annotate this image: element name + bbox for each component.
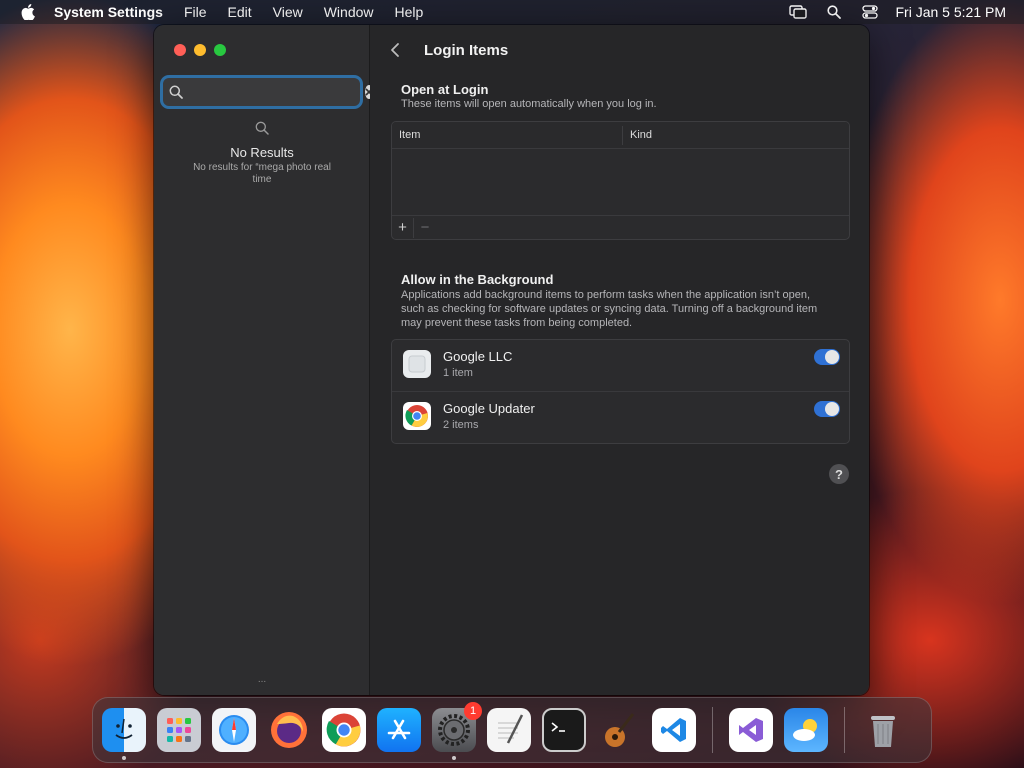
open-at-login-title: Open at Login [401,82,489,97]
zoom-window-button[interactable] [214,44,226,56]
app-store-icon[interactable] [377,708,421,752]
column-header-kind[interactable]: Kind [630,129,652,141]
sidebar-more-indicator: ... [257,674,267,685]
menu-edit[interactable]: Edit [228,4,252,20]
login-items-pane: Login Items Open at Login These items wi… [370,25,869,695]
google-updater-toggle[interactable] [814,401,840,417]
close-window-button[interactable] [174,44,186,56]
dock-separator [712,707,713,753]
list-item: Google LLC 1 item [392,340,849,392]
background-item-count: 1 item [443,367,473,379]
weather-icon[interactable] [784,708,828,752]
system-settings-window: No Results No results for “mega photo re… [154,25,869,695]
column-header-item[interactable]: Item [399,129,420,141]
window-controls [174,44,226,56]
page-title: Login Items [424,41,509,59]
terminal-icon[interactable] [542,708,586,752]
column-divider [622,126,623,145]
vscode-icon[interactable] [652,708,696,752]
apple-menu-icon[interactable] [20,4,36,20]
toggle-knob [825,350,839,364]
menu-view[interactable]: View [273,4,303,20]
allow-background-title: Allow in the Background [401,272,554,287]
trash-icon[interactable] [861,708,905,752]
help-button[interactable]: ? [829,464,849,484]
menu-window[interactable]: Window [324,4,374,20]
background-item-name: Google LLC [443,349,513,364]
minimize-window-button[interactable] [194,44,206,56]
no-results-title: No Results [230,145,294,160]
dock-separator [844,707,845,753]
search-box[interactable] [163,78,373,106]
finder-icon[interactable] [102,708,146,760]
safari-icon[interactable] [212,708,256,752]
allow-background-subtitle: Applications add background items to per… [401,289,818,329]
toggle-knob [825,402,839,416]
menu-bar: System Settings File Edit View Window He… [0,0,1024,24]
menu-app-name[interactable]: System Settings [54,4,163,20]
menu-help[interactable]: Help [395,4,424,20]
screen-mirroring-icon[interactable] [788,4,808,20]
dock: 1 [92,697,932,763]
visual-studio-icon[interactable] [729,708,773,752]
list-item: Google Updater 2 items [392,392,849,444]
spotlight-search-icon[interactable] [824,4,844,20]
running-indicator [452,756,456,760]
table-footer: + − [392,215,849,239]
chrome-icon [403,402,431,430]
background-item-count: 2 items [443,419,479,431]
search-input[interactable] [189,84,365,100]
search-icon [169,85,183,99]
control-center-icon[interactable] [860,4,880,20]
background-item-name: Google Updater [443,401,535,416]
pane-header: Login Items [390,41,508,59]
no-results-text: No results for “mega photo real time [193,162,331,185]
launchpad-icon[interactable] [157,708,201,752]
running-indicator [122,756,126,760]
no-results-search-icon [154,121,370,135]
open-at-login-table[interactable]: Item Kind + − [391,121,850,240]
sidebar: No Results No results for “mega photo re… [154,25,373,695]
menu-clock[interactable]: Fri Jan 5 5:21 PM [896,4,1007,20]
remove-login-item-button[interactable]: − [414,218,436,238]
firefox-icon[interactable] [267,708,311,752]
menu-file[interactable]: File [184,4,207,20]
chrome-dock-icon[interactable] [322,708,366,752]
table-header: Item Kind [392,122,849,149]
add-login-item-button[interactable]: + [392,217,414,238]
open-at-login-subtitle: These items will open automatically when… [401,98,657,110]
system-settings-icon[interactable]: 1 [432,702,482,760]
no-results-panel: No Results No results for “mega photo re… [154,121,370,186]
garageband-icon[interactable] [597,708,641,752]
background-items-list: Google LLC 1 item Google Updater 2 items [391,339,850,444]
google-llc-toggle[interactable] [814,349,840,365]
textedit-icon[interactable] [487,708,531,752]
settings-badge: 1 [464,702,482,720]
back-chevron-icon[interactable] [390,41,404,59]
generic-app-icon [403,350,431,378]
